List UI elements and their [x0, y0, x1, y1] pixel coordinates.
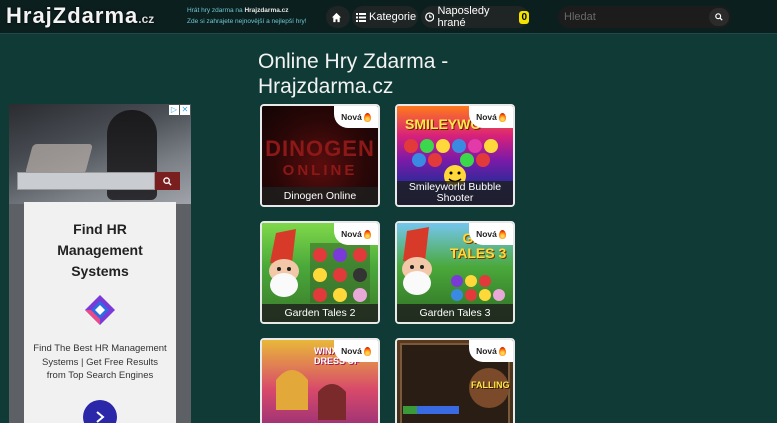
ad-close-icon[interactable]: ✕	[180, 105, 190, 115]
page-title: Online Hry Zdarma - Hrajzdarma.cz	[258, 50, 449, 98]
ad-body-text: Find The Best HR Management Systems | Ge…	[33, 343, 167, 381]
flame-icon	[498, 112, 506, 122]
flame-icon	[363, 112, 371, 122]
new-badge-label: Nová	[476, 229, 497, 239]
flame-icon	[498, 346, 506, 356]
tagline-site: Hrajzdarma.cz	[244, 7, 289, 14]
flame-icon	[363, 229, 371, 239]
last-played-label: Naposledy hrané	[437, 5, 490, 29]
game-card-garden-tales-3[interactable]: GAR TALES 3 Nová Garden Tales 3	[395, 221, 515, 324]
categories-button[interactable]: Kategorie	[352, 6, 418, 28]
game-card-garden-tales-2[interactable]: Nová Garden Tales 2	[260, 221, 380, 324]
ad-search-button[interactable]	[155, 172, 180, 190]
logo-suffix: .cz	[138, 12, 155, 26]
advertisement[interactable]: ▷ ✕ Find HR Management Systems Find The …	[9, 104, 191, 423]
game-title[interactable]: Garden Tales 3	[397, 304, 513, 322]
categories-label: Kategorie	[369, 11, 417, 23]
new-badge-label: Nová	[476, 346, 497, 356]
ad-search-field[interactable]	[17, 172, 155, 190]
search-box	[558, 6, 731, 28]
search-input[interactable]	[564, 8, 706, 26]
ad-card[interactable]: Find HR Management Systems Find The Best…	[24, 202, 176, 423]
new-badge: Nová	[334, 340, 378, 362]
game-title[interactable]: Garden Tales 2	[262, 304, 378, 322]
ad-info-icon[interactable]: ▷	[169, 105, 179, 115]
game-art-title: FALLING	[471, 380, 510, 390]
new-badge-label: Nová	[341, 229, 362, 239]
flame-icon	[363, 346, 371, 356]
tagline-rest: Zde si zahrajete nejnovější a nejlepší h…	[187, 18, 307, 25]
game-title[interactable]: Smileyworld Bubble Shooter	[397, 181, 513, 205]
site-tagline: Hrát hry zdarma na Hrajzdarma.cz Zde si …	[187, 5, 337, 27]
search-button[interactable]	[709, 8, 729, 26]
ad-photo-tablet	[24, 144, 94, 174]
site-logo[interactable]: HrajZdarma.cz	[6, 3, 154, 29]
home-button[interactable]	[326, 6, 350, 28]
new-badge-label: Nová	[341, 112, 362, 122]
game-art-title: DINOGEN	[265, 136, 375, 161]
ad-headline[interactable]: Find HR Management Systems	[34, 219, 166, 282]
game-title[interactable]: Dinogen Online	[262, 187, 378, 205]
last-played-button[interactable]: Naposledy hrané 0	[421, 5, 529, 29]
ad-cta-button[interactable]	[83, 400, 117, 423]
tagline-prefix: Hrát hry zdarma na	[187, 7, 245, 14]
new-badge: Nová	[469, 106, 513, 128]
new-badge: Nová	[334, 223, 378, 245]
new-badge: Nová	[334, 106, 378, 128]
ad-choices[interactable]: ▷ ✕	[169, 105, 190, 115]
ad-brand-logo-icon	[85, 295, 115, 325]
last-played-count-badge: 0	[519, 10, 529, 24]
search-icon	[715, 13, 723, 21]
game-card-smileyworld[interactable]: SMILEYWO Nová Smileyworld Bubble Shooter	[395, 104, 515, 207]
flame-icon	[498, 229, 506, 239]
logo-text: HrajZdarma	[6, 3, 139, 28]
clock-icon	[425, 12, 435, 22]
chevron-right-icon	[96, 411, 105, 423]
new-badge-label: Nová	[341, 346, 362, 356]
search-icon	[163, 176, 172, 186]
new-badge: Nová	[469, 223, 513, 245]
list-icon	[356, 12, 366, 22]
new-badge-label: Nová	[476, 112, 497, 122]
top-bar: HrajZdarma.cz Hrát hry zdarma na Hrajzda…	[0, 0, 777, 34]
game-card-winx-dress-up[interactable]: WINX DRESS UP Nová	[260, 338, 380, 423]
new-badge: Nová	[469, 340, 513, 362]
game-card-falling[interactable]: FALLING Nová	[395, 338, 515, 423]
game-card-dinogen-online[interactable]: DINOGEN ONLINE Nová Dinogen Online	[260, 104, 380, 207]
game-art-subtitle: ONLINE	[282, 162, 358, 179]
home-icon	[331, 12, 342, 22]
